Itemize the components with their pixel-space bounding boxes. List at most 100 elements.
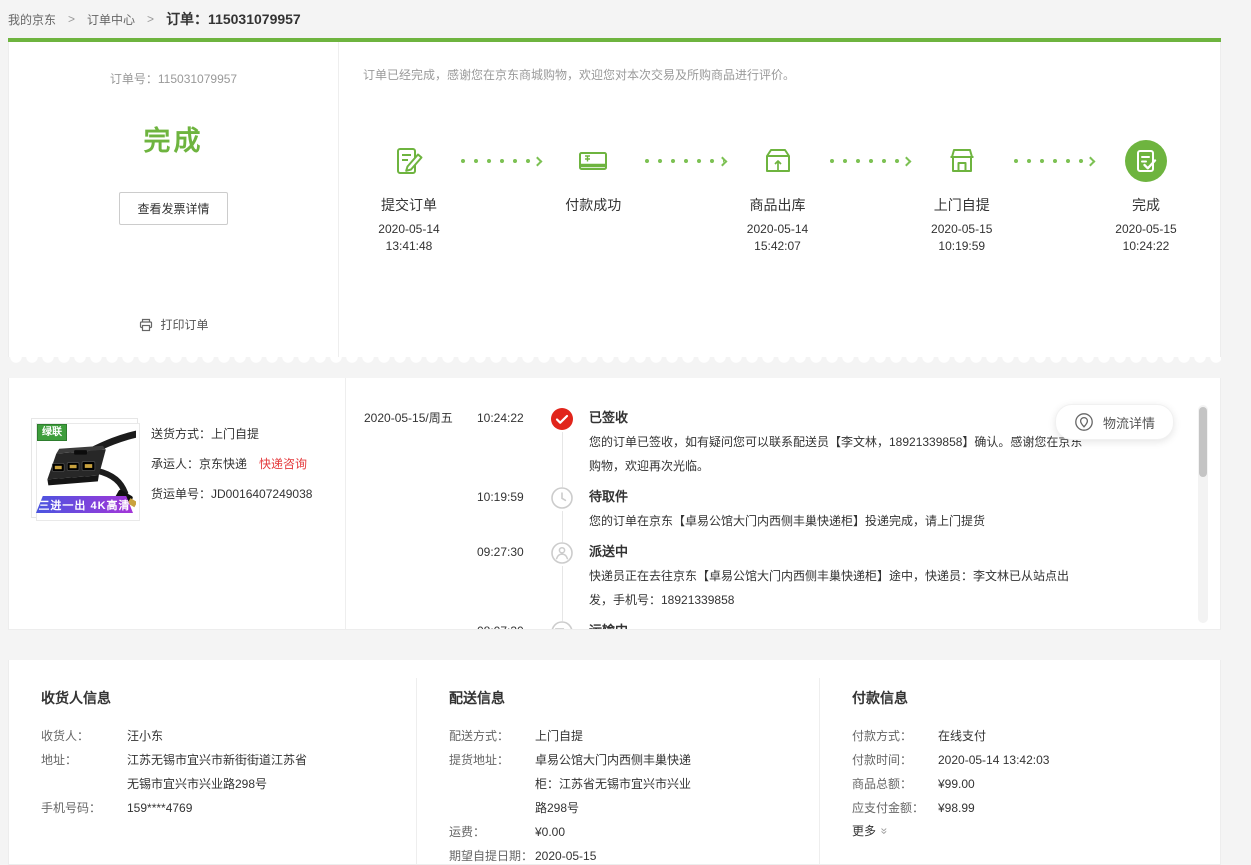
courier-consult-link[interactable]: 快递咨询	[259, 457, 307, 471]
progress-step: 商品出库 2020-05-14 15:42:07	[734, 139, 822, 253]
breadcrumb-separator: >	[147, 12, 154, 26]
timeline-entry: 09:27:30 派送中 快递员正在去往京东【卓易公馆大门内西侧丰巢快递柜】途中…	[364, 542, 1100, 621]
step-label: 付款成功	[565, 195, 621, 215]
breadcrumb-separator: >	[68, 12, 75, 26]
order-progress-column: 订单已经完成，感谢您在京东商城购物，欢迎您对本次交易及所购商品进行评价。 提交订…	[339, 42, 1220, 357]
product-banner: 三进一出 4K高清	[36, 496, 133, 513]
delivery-method-label: 送货方式：	[151, 427, 211, 441]
progress-step: 上门自提 2020-05-15 10:19:59	[918, 139, 1006, 253]
shipment-details: 送货方式：上门自提 承运人：京东快递快递咨询 货运单号：JD0016407249…	[151, 418, 312, 629]
timeline-status-title: 已签收	[589, 408, 1100, 428]
brand-badge: 绿联	[37, 424, 67, 441]
receipt-scallop-edge	[8, 357, 1221, 365]
timeline-date	[364, 542, 470, 612]
info-row-label: 地址：	[41, 748, 127, 796]
step-date: 2020-05-14	[378, 222, 439, 236]
timeline-time: 10:19:59	[477, 487, 535, 533]
printer-icon	[138, 317, 154, 333]
timeline-entry: 10:19:59 待取件 您的订单在京东【卓易公馆大门内西侧丰巢快递柜】投递完成…	[364, 487, 1100, 542]
breadcrumb-home[interactable]: 我的京东	[8, 11, 56, 28]
step-label: 提交订单	[381, 195, 437, 215]
info-row-label: 付款方式：	[852, 724, 938, 748]
logistics-detail-button[interactable]: 物流详情	[1055, 404, 1174, 440]
order-status-column: 订单号：115031079957 完成 查看发票详情 打印订单	[9, 42, 339, 357]
info-row-value: ¥99.00	[938, 772, 975, 796]
location-pin-icon	[1074, 412, 1094, 432]
order-edit-icon	[392, 139, 426, 183]
info-row-label: 应支付金额：	[852, 796, 938, 820]
step-label: 商品出库	[750, 195, 806, 215]
info-row-value: 江苏无锡市宜兴市新街街道江苏省无锡市宜兴市兴业路298号	[127, 748, 313, 796]
timeline-status-desc: 您的订单在京东【卓易公馆大门内西侧丰巢快递柜】投递完成，请上门提货	[589, 509, 1091, 533]
info-row: 手机号码： 159****4769	[41, 796, 416, 820]
timeline-date	[364, 487, 470, 533]
chevron-down-icon: »	[873, 828, 895, 835]
info-row-value: 汪小东	[127, 724, 313, 748]
info-row: 地址： 江苏无锡市宜兴市新街街道江苏省无锡市宜兴市兴业路298号	[41, 748, 416, 796]
shipment-panel: 绿联	[8, 378, 1221, 630]
consignee-info-section: 收货人信息 收货人： 汪小东 地址： 江苏无锡市宜兴市新街街道江苏省无锡市宜兴市…	[9, 678, 416, 864]
timeline-time: 08:07:30	[477, 621, 535, 629]
timeline-status-title: 派送中	[589, 542, 1100, 562]
order-info-panel: 收货人信息 收货人： 汪小东 地址： 江苏无锡市宜兴市新街街道江苏省无锡市宜兴市…	[8, 660, 1221, 865]
step-time: 10:24:22	[1123, 239, 1170, 253]
timeline-date: 2020-05-15/周五	[364, 408, 470, 478]
info-row-label: 提货地址：	[449, 748, 535, 820]
info-row-value: ¥0.00	[535, 820, 699, 844]
print-order-button[interactable]: 打印订单	[138, 316, 208, 333]
progress-step: 付款成功	[549, 139, 637, 225]
info-row: 提货地址： 卓易公馆大门内西侧丰巢快递柜：江苏省无锡市宜兴市兴业路298号	[449, 748, 819, 820]
logistics-detail-label: 物流详情	[1103, 413, 1155, 432]
payment-info-title: 付款信息	[852, 688, 1220, 708]
info-row-value: 在线支付	[938, 724, 986, 748]
timeline-time: 09:27:30	[477, 542, 535, 612]
step-label: 上门自提	[934, 195, 990, 215]
warehouse-icon	[761, 139, 795, 183]
print-order-label: 打印订单	[160, 316, 208, 333]
tracking-timeline-column: 2020-05-15/周五 10:24:22 已签收 您的订单已签收，如有疑问您…	[346, 378, 1220, 629]
timeline-scrollbar[interactable]	[1198, 405, 1208, 623]
payment-more-button[interactable]: 更多 »	[852, 820, 1220, 842]
step-connector	[453, 139, 549, 183]
info-row-value: 上门自提	[535, 724, 699, 748]
tracking-number-value: JD0016407249038	[211, 487, 312, 501]
timeline-scrollbar-thumb[interactable]	[1199, 407, 1207, 477]
payment-info-section: 付款信息 付款方式： 在线支付 付款时间： 2020-05-14 13:42:0…	[819, 678, 1220, 864]
info-row-label: 期望自提日期：	[449, 844, 535, 865]
arrow-right-icon	[901, 156, 911, 166]
clock-icon	[551, 487, 573, 509]
order-summary-panel: 订单号：115031079957 完成 查看发票详情 打印订单 订单已经完成，感…	[8, 42, 1221, 357]
dotted-line	[645, 159, 723, 163]
step-date: 2020-05-15	[931, 222, 992, 236]
info-row: 应支付金额： ¥98.99	[852, 796, 1220, 820]
info-row-label: 配送方式：	[449, 724, 535, 748]
info-row: 付款方式： 在线支付	[852, 724, 1220, 748]
progress-steps: 提交订单 2020-05-14 13:41:48 付款成功 商品出库 2020-…	[363, 139, 1192, 253]
info-row: 收货人： 汪小东	[41, 724, 416, 748]
timeline-status-title: 待取件	[589, 487, 1100, 507]
step-label: 完成	[1132, 195, 1160, 215]
dotted-line	[830, 159, 908, 163]
order-number: 订单号：115031079957	[110, 70, 237, 87]
view-invoice-button[interactable]: 查看发票详情	[119, 192, 227, 225]
timeline-status-desc: 快递员正在去往京东【卓易公馆大门内西侧丰巢快递柜】途中，快递员：李文林已从站点出…	[589, 564, 1091, 612]
shipment-info-column: 绿联	[9, 378, 346, 629]
dotted-line	[461, 159, 539, 163]
product-image[interactable]: 绿联	[31, 418, 138, 518]
consignee-info-title: 收货人信息	[41, 688, 416, 708]
progress-step: 提交订单 2020-05-14 13:41:48	[365, 139, 453, 253]
arrow-right-icon	[717, 156, 727, 166]
check-icon	[551, 408, 573, 430]
tracking-timeline: 2020-05-15/周五 10:24:22 已签收 您的订单已签收，如有疑问您…	[364, 408, 1100, 629]
payment-icon	[576, 139, 610, 183]
info-row-value: 159****4769	[127, 796, 313, 820]
info-row-value: ¥98.99	[938, 796, 975, 820]
breadcrumb-order-center[interactable]: 订单中心	[87, 11, 135, 28]
info-row: 运费： ¥0.00	[449, 820, 819, 844]
step-date: 2020-05-14	[747, 222, 808, 236]
info-row-value: 2020-05-15	[535, 844, 699, 865]
info-row: 配送方式： 上门自提	[449, 724, 819, 748]
info-row-label: 手机号码：	[41, 796, 127, 820]
carrier-value: 京东快递	[199, 457, 247, 471]
timeline-status-title: 运输中	[589, 621, 1100, 629]
